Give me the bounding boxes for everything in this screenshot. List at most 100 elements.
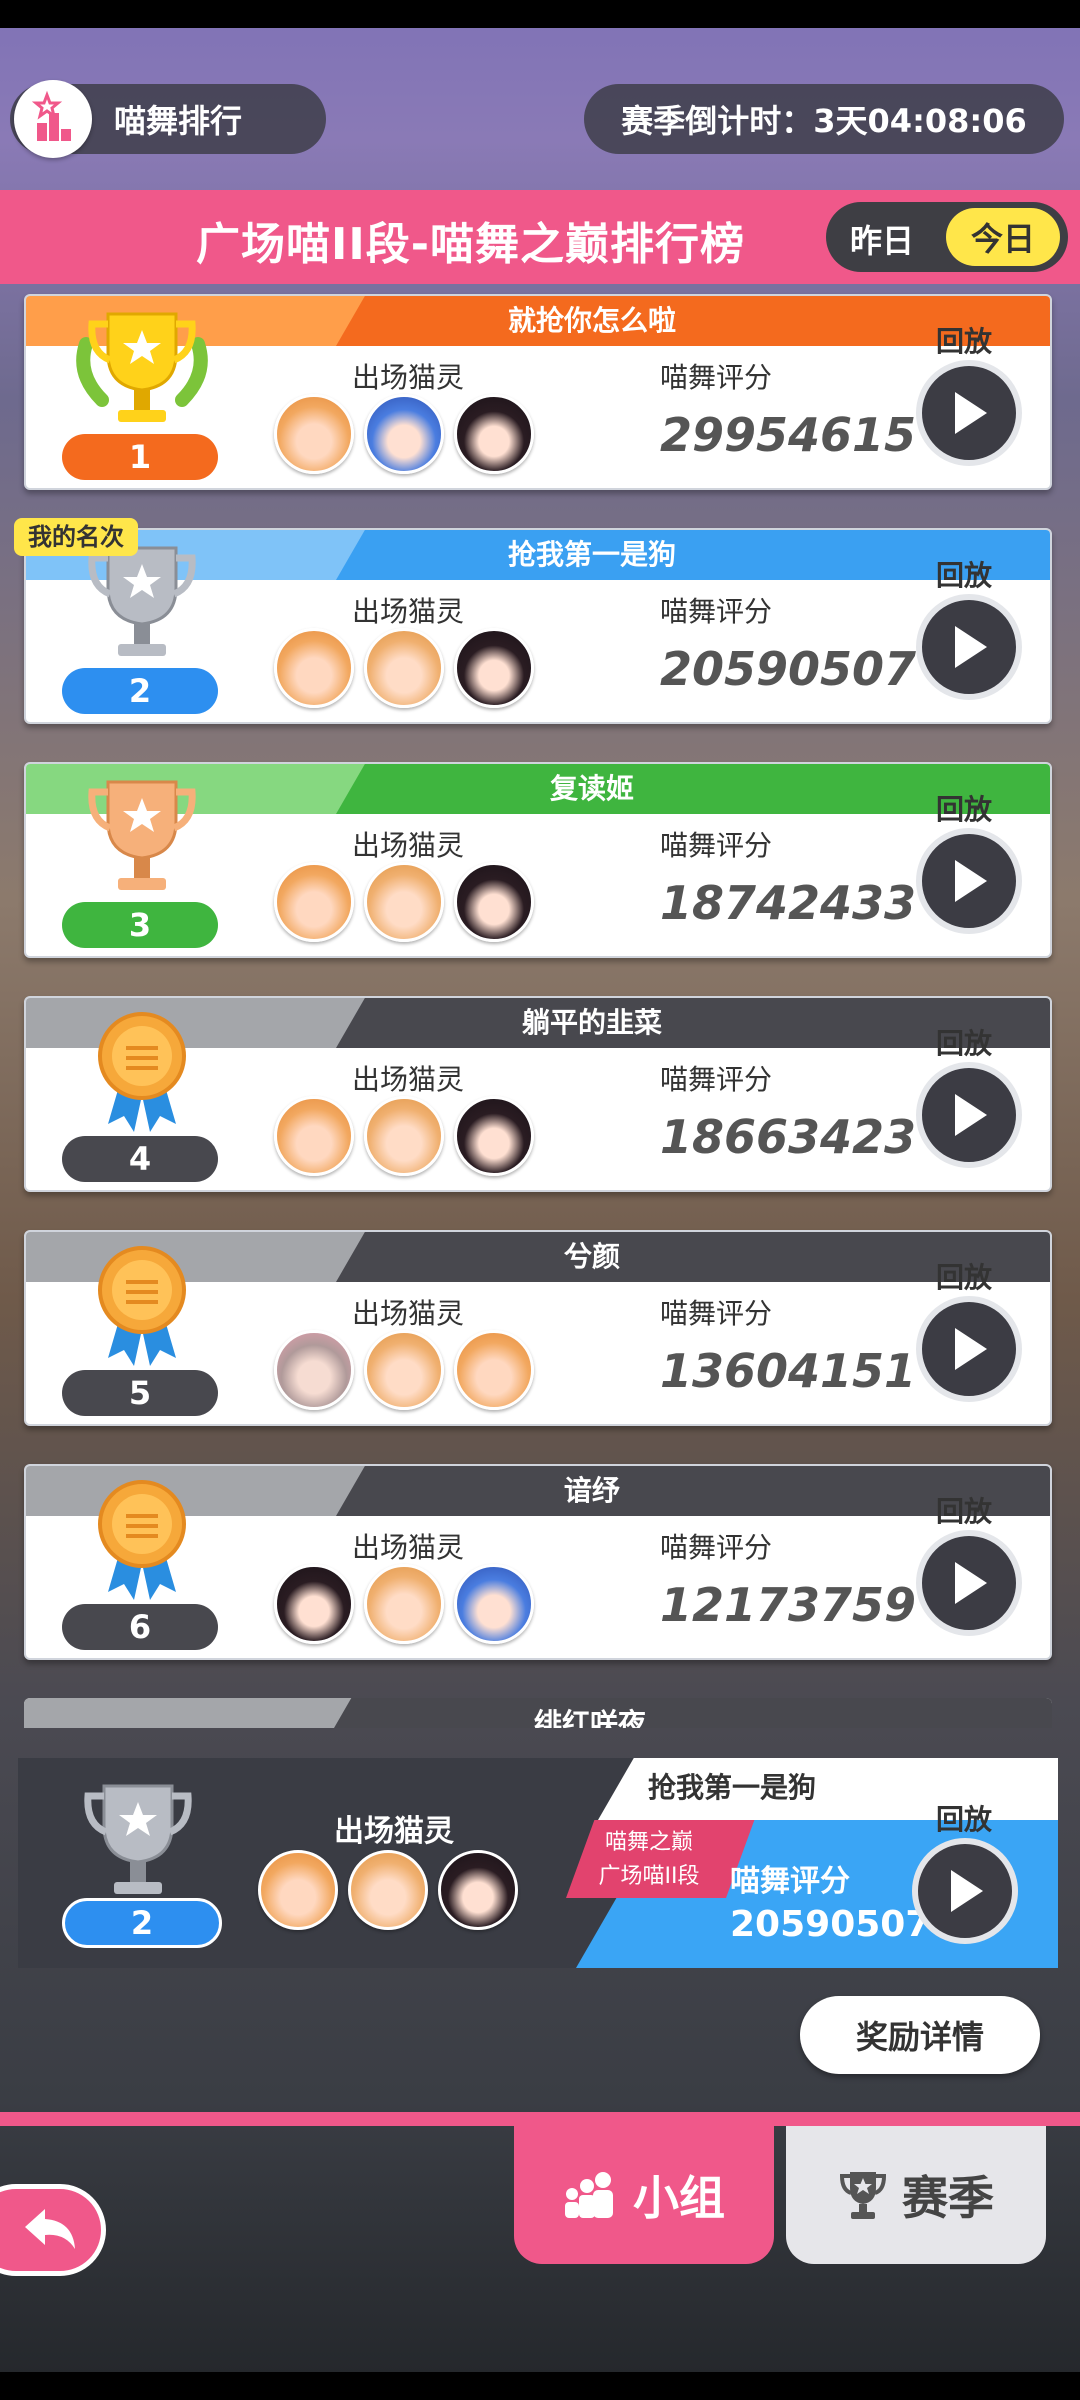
silver-trophy-icon (84, 1784, 192, 1894)
avatar (274, 1096, 354, 1176)
medal-icon (98, 1480, 186, 1600)
play-icon (951, 1870, 983, 1912)
tab-season-label: 赛季 (902, 2171, 994, 2225)
score-label: 喵舞评分 (660, 1297, 773, 1330)
replay-label: 回放 (936, 559, 993, 592)
rank-row: 兮颜 5 出场猫灵 喵舞评分 13604151 回放 (24, 1230, 1052, 1426)
score-value: 20590507 (660, 642, 917, 696)
replay-button[interactable] (916, 360, 1022, 466)
cats-label: 出场猫灵 (352, 1531, 465, 1564)
score-label: 喵舞评分 (730, 1864, 850, 1899)
play-icon (955, 1094, 987, 1136)
ranking-icon (14, 80, 92, 158)
player-name: 谙纾 (563, 1474, 620, 1507)
status-bar (0, 0, 1080, 28)
my-rank-number: 2 (62, 1898, 222, 1948)
toggle-yesterday[interactable]: 昨日 (850, 216, 914, 262)
rank-number: 5 (62, 1370, 218, 1416)
avatar (454, 1096, 534, 1176)
avatar (364, 1096, 444, 1176)
replay-button[interactable] (916, 1530, 1022, 1636)
cat-avatars (274, 1096, 534, 1176)
cat-avatars (258, 1850, 518, 1930)
board-header: 广场喵II段-喵舞之巅排行榜 昨日 今日 (0, 190, 1080, 284)
replay-label: 回放 (936, 793, 993, 826)
trophy-icon (839, 2172, 887, 2219)
play-icon (955, 392, 987, 434)
replay-button[interactable] (916, 1062, 1022, 1168)
play-icon (955, 1328, 987, 1370)
replay-label: 回放 (936, 1027, 993, 1060)
cats-label: 出场猫灵 (352, 361, 465, 394)
silver-trophy-icon (88, 546, 196, 656)
tab-group[interactable]: 小组 (514, 2126, 774, 2264)
score-label: 喵舞评分 (660, 1063, 773, 1096)
cat-avatars (274, 394, 534, 474)
replay-button[interactable] (916, 1296, 1022, 1402)
player-name: 躺平的韭菜 (521, 1006, 662, 1039)
season-countdown: 赛季倒计时：3天04:08:06 (584, 84, 1064, 154)
my-replay-button[interactable] (912, 1838, 1018, 1944)
rank-number: 4 (62, 1136, 218, 1182)
my-score-value: 20590507 (730, 1904, 931, 1945)
avatar (258, 1850, 338, 1930)
player-name: 抢我第一是狗 (507, 538, 676, 571)
gold-trophy-icon (76, 312, 208, 422)
back-button[interactable] (0, 2184, 106, 2276)
board-title: 广场喵II段-喵舞之巅排行榜 (196, 219, 746, 270)
medal-icon (98, 1246, 186, 1366)
nav-bar (0, 2372, 1080, 2400)
page-title: 喵舞排行 (114, 102, 243, 140)
score-value: 18742433 (660, 876, 917, 930)
avatar (454, 862, 534, 942)
score-label: 喵舞评分 (660, 361, 773, 394)
avatar (454, 1564, 534, 1644)
score-value: 18663423 (660, 1110, 917, 1164)
rank-row: 就抢你怎么啦 1 出场猫灵 喵舞评分 29954615 回放 (24, 294, 1052, 490)
my-rank-tag: 我的名次 (14, 518, 138, 556)
avatar (348, 1850, 428, 1930)
replay-label: 回放 (936, 1261, 993, 1294)
score-value: 29954615 (660, 408, 917, 462)
player-name: 绯红咲夜 (533, 1707, 646, 1728)
rank-row: 躺平的韭菜 4 出场猫灵 喵舞评分 18663423 回放 (24, 996, 1052, 1192)
cat-avatars (274, 628, 534, 708)
avatar (274, 1564, 354, 1644)
replay-button[interactable] (916, 594, 1022, 700)
player-name: 就抢你怎么啦 (507, 304, 676, 337)
avatar (364, 1564, 444, 1644)
rank-number: 6 (62, 1604, 218, 1650)
cats-label: 出场猫灵 (352, 829, 465, 862)
avatar (364, 628, 444, 708)
rank-row: 谙纾 6 出场猫灵 喵舞评分 12173759 回放 (24, 1464, 1052, 1660)
score-label: 喵舞评分 (660, 1531, 773, 1564)
avatar (364, 862, 444, 942)
avatar (274, 1330, 354, 1410)
rank-number: 2 (62, 668, 218, 714)
cats-label: 出场猫灵 (352, 595, 465, 628)
avatar (454, 1330, 534, 1410)
cats-label: 出场猫灵 (334, 1814, 454, 1849)
play-icon (955, 860, 987, 902)
score-label: 喵舞评分 (660, 595, 773, 628)
replay-button[interactable] (916, 828, 1022, 934)
replay-label: 回放 (936, 325, 993, 358)
cats-label: 出场猫灵 (352, 1297, 465, 1330)
score-value: 13604151 (660, 1344, 917, 1398)
toggle-today[interactable]: 今日 (946, 208, 1060, 266)
play-icon (955, 1562, 987, 1604)
replay-label: 回放 (936, 1495, 993, 1528)
avatar (274, 628, 354, 708)
tab-group-label: 小组 (633, 2171, 725, 2225)
avatar (454, 628, 534, 708)
rank-row: 抢我第一是狗 2 出场猫灵 喵舞评分 20590507 回放 (24, 528, 1052, 724)
avatar (364, 1330, 444, 1410)
day-toggle[interactable]: 昨日 今日 (826, 202, 1068, 272)
cat-avatars (274, 1330, 534, 1410)
avatar (438, 1850, 518, 1930)
cat-avatars (274, 862, 534, 942)
reward-details-button[interactable]: 奖励详情 (800, 1996, 1040, 2074)
my-player-name: 抢我第一是狗 (648, 1771, 817, 1804)
player-name: 复读姬 (549, 772, 634, 805)
tab-season[interactable]: 赛季 (786, 2126, 1046, 2264)
